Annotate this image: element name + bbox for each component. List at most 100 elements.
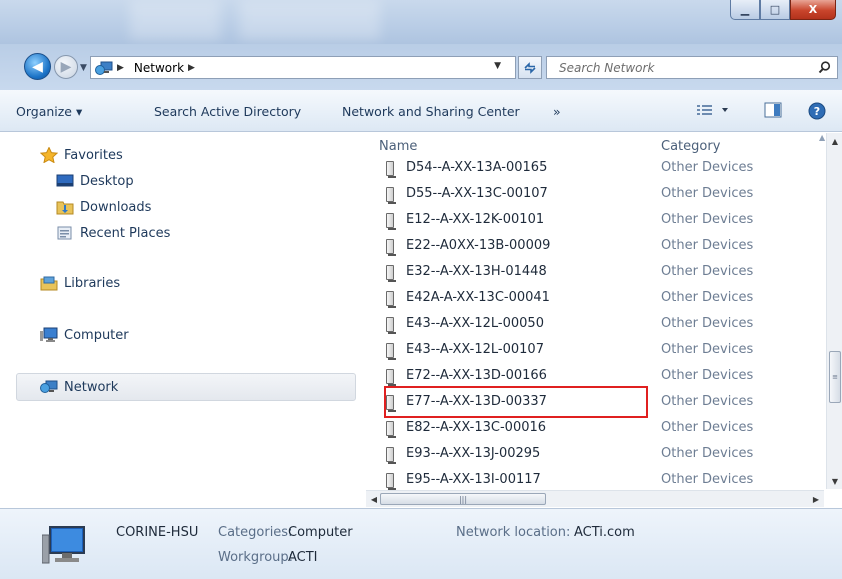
column-header-name[interactable]: Name xyxy=(379,139,417,154)
refresh-icon xyxy=(524,61,536,74)
nav-recent-places-label: Recent Places xyxy=(80,225,171,241)
forward-button[interactable]: ▶ xyxy=(54,55,78,79)
close-button[interactable]: X xyxy=(790,0,836,20)
nav-favorites-label: Favorites xyxy=(64,147,123,163)
item-category: Other Devices xyxy=(661,472,754,487)
scroll-up-arrow-icon[interactable]: ▲ xyxy=(827,133,842,149)
list-item[interactable]: E12--A-XX-12K-00101 Other Devices xyxy=(364,208,824,234)
scroll-down-arrow-icon[interactable]: ▼ xyxy=(827,473,842,489)
network-location-label: Network location: xyxy=(456,525,571,540)
item-name: E93--A-XX-13J-00295 xyxy=(406,446,541,461)
address-bar[interactable]: ▶ Network ▶ ▼ xyxy=(90,56,516,79)
item-name: E43--A-XX-12L-00050 xyxy=(406,316,544,331)
item-category: Other Devices xyxy=(661,264,754,279)
libraries-icon xyxy=(40,275,58,291)
horizontal-scroll-thumb[interactable]: ||| xyxy=(380,493,546,505)
search-placeholder: Search Network xyxy=(559,61,655,75)
list-item[interactable]: E82--A-XX-13C-00016 Other Devices xyxy=(364,416,824,442)
device-icon xyxy=(386,473,396,490)
list-item[interactable]: E22--A0XX-13B-00009 Other Devices xyxy=(364,234,824,260)
item-category: Other Devices xyxy=(661,160,754,175)
command-bar: Organize ▾ Search Active Directory Netwo… xyxy=(0,90,842,132)
nav-downloads[interactable]: Downloads xyxy=(56,199,151,215)
device-icon xyxy=(386,239,396,256)
organize-button[interactable]: Organize ▾ xyxy=(16,104,82,119)
minimize-button[interactable]: ▁ xyxy=(730,0,760,20)
title-blur xyxy=(130,0,220,40)
device-icon xyxy=(386,187,396,204)
list-item[interactable]: E93--A-XX-13J-00295 Other Devices xyxy=(364,442,824,468)
list-item[interactable]: E32--A-XX-13H-01448 Other Devices xyxy=(364,260,824,286)
list-item[interactable]: E43--A-XX-12L-00050 Other Devices xyxy=(364,312,824,338)
item-name: E43--A-XX-12L-00107 xyxy=(406,342,544,357)
item-category: Other Devices xyxy=(661,368,754,383)
breadcrumb-network[interactable]: Network xyxy=(134,61,184,75)
nav-computer[interactable]: Computer xyxy=(40,327,129,343)
device-icon xyxy=(386,265,396,282)
device-icon xyxy=(386,161,396,178)
device-icon xyxy=(386,447,396,464)
search-icon[interactable] xyxy=(818,61,831,74)
nav-favorites[interactable]: Favorites xyxy=(39,146,123,164)
maximize-button[interactable]: □ xyxy=(760,0,790,20)
refresh-button[interactable] xyxy=(518,56,542,79)
nav-network[interactable]: Network xyxy=(40,379,118,395)
network-location-value: ACTi.com xyxy=(574,525,635,540)
nav-libraries[interactable]: Libraries xyxy=(40,275,120,291)
device-icon xyxy=(386,291,396,308)
item-category: Other Devices xyxy=(661,186,754,201)
item-name: E32--A-XX-13H-01448 xyxy=(406,264,547,279)
computer-large-icon xyxy=(41,523,88,570)
address-row: ◀ ▶ ▼ ▶ Network ▶ ▼ Search Network xyxy=(0,44,842,90)
search-input[interactable]: Search Network xyxy=(546,56,838,79)
sort-indicator-icon: ▲ xyxy=(819,133,826,142)
item-name: E82--A-XX-13C-00016 xyxy=(406,420,547,435)
breadcrumb-arrow[interactable]: ▶ xyxy=(117,63,124,73)
workgroup-label: Workgroup: xyxy=(218,550,294,565)
item-category: Other Devices xyxy=(661,394,754,409)
item-category: Other Devices xyxy=(661,420,754,435)
svg-text:?: ? xyxy=(814,105,820,118)
view-options-icon xyxy=(697,105,728,115)
annotation-highlight-box xyxy=(384,386,648,418)
scroll-right-arrow-icon[interactable]: ▶ xyxy=(808,491,824,507)
help-button[interactable]: ? xyxy=(808,102,826,123)
recent-places-icon xyxy=(56,225,74,241)
device-icon xyxy=(386,317,396,334)
toolbar-overflow-button[interactable]: » xyxy=(553,104,561,119)
device-icon xyxy=(386,213,396,230)
item-name: E42A-A-XX-13C-00041 xyxy=(406,290,550,305)
preview-pane-icon xyxy=(764,102,782,118)
list-item[interactable]: D54--A-XX-13A-00165 Other Devices xyxy=(364,156,824,182)
nav-downloads-label: Downloads xyxy=(80,199,152,215)
nav-libraries-label: Libraries xyxy=(64,275,121,291)
back-button[interactable]: ◀ xyxy=(24,53,51,80)
column-header-category[interactable]: Category xyxy=(661,139,720,154)
list-item[interactable]: E43--A-XX-12L-00107 Other Devices xyxy=(364,338,824,364)
search-active-directory-button[interactable]: Search Active Directory xyxy=(154,104,301,119)
list-item[interactable]: E42A-A-XX-13C-00041 Other Devices xyxy=(364,286,824,312)
title-bar: ▁ □ X xyxy=(0,0,842,44)
list-item[interactable]: D55--A-XX-13C-00107 Other Devices xyxy=(364,182,824,208)
desktop-icon xyxy=(56,173,74,189)
item-name: D55--A-XX-13C-00107 xyxy=(406,186,548,201)
network-icon xyxy=(95,61,113,75)
item-name: E12--A-XX-12K-00101 xyxy=(406,212,545,227)
vertical-scrollbar[interactable]: ▲ ≡ ▼ xyxy=(826,133,842,489)
nav-desktop[interactable]: Desktop xyxy=(56,173,134,189)
preview-pane-button[interactable] xyxy=(764,102,782,121)
network-sharing-center-button[interactable]: Network and Sharing Center xyxy=(342,104,520,119)
details-pane: CORINE-HSU Categories: Computer Workgrou… xyxy=(0,508,842,579)
change-view-button[interactable] xyxy=(696,102,732,121)
item-category: Other Devices xyxy=(661,316,754,331)
item-name: E95--A-XX-13I-00117 xyxy=(406,472,541,487)
nav-desktop-label: Desktop xyxy=(80,173,134,189)
vertical-scroll-thumb[interactable]: ≡ xyxy=(829,351,841,403)
address-dropdown-icon[interactable]: ▼ xyxy=(494,61,501,71)
breadcrumb-arrow[interactable]: ▶ xyxy=(188,63,195,73)
nav-network-label: Network xyxy=(64,379,119,395)
horizontal-scrollbar[interactable]: ◀ ||| ▶ xyxy=(366,490,824,507)
network-icon xyxy=(40,379,58,395)
recent-pages-dropdown[interactable]: ▼ xyxy=(80,63,87,73)
nav-recent-places[interactable]: Recent Places xyxy=(56,225,170,241)
